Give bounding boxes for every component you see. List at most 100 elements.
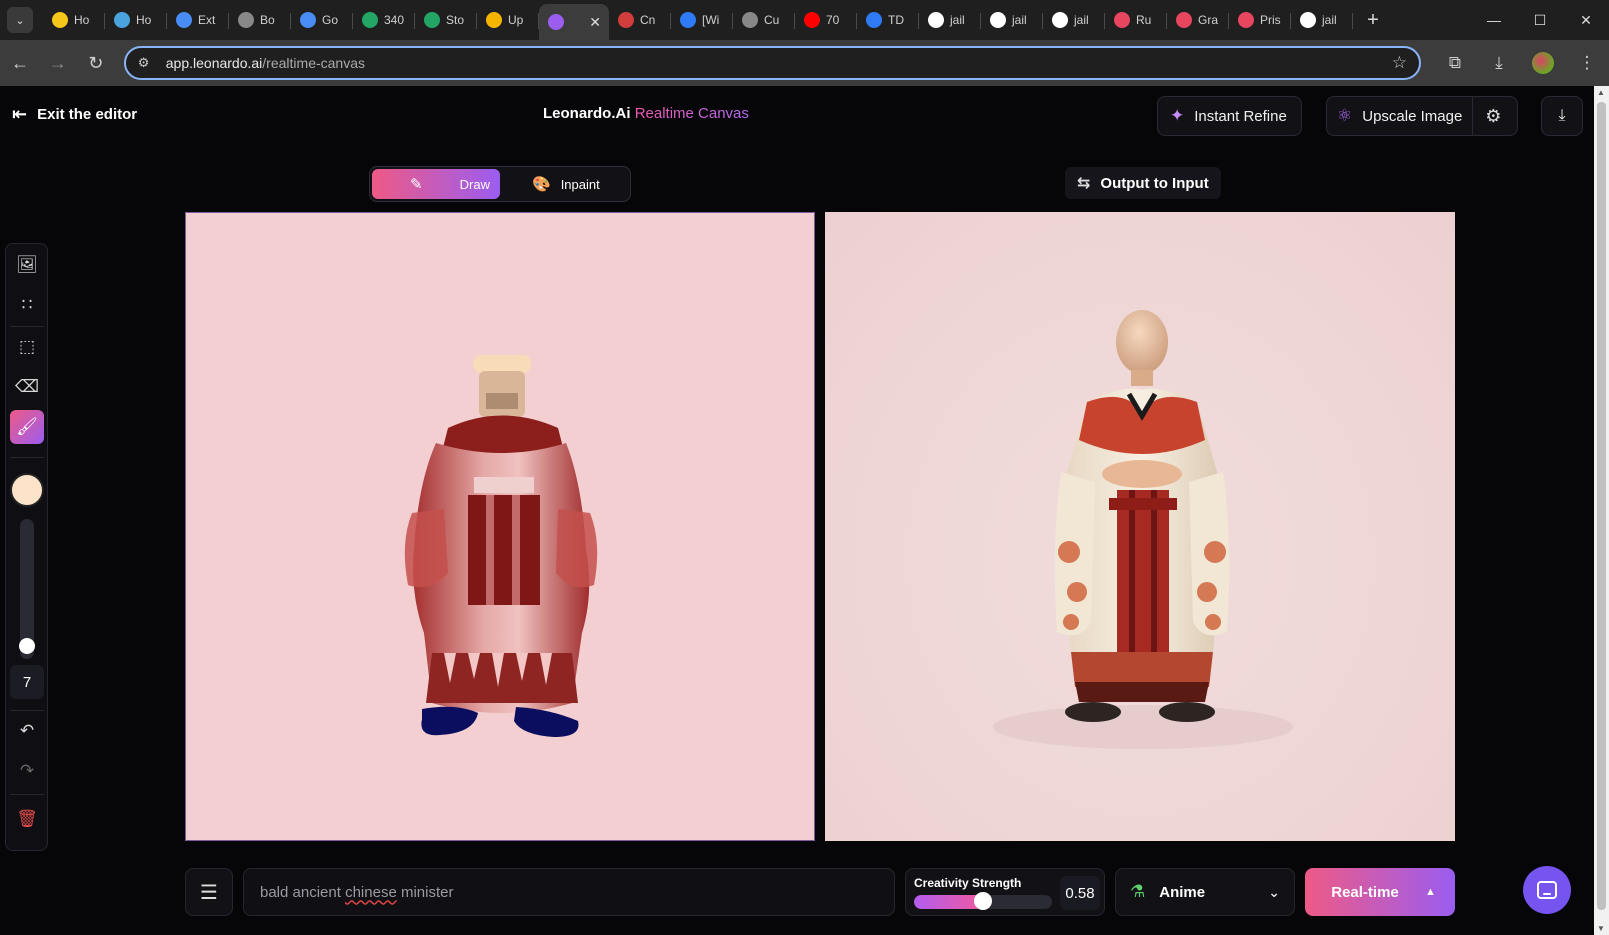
youtube-icon	[804, 12, 820, 28]
browser-tab[interactable]: Cu	[733, 3, 795, 37]
exit-editor-button[interactable]: ⇤ Exit the editor	[12, 104, 137, 125]
browser-tab[interactable]: jail	[1043, 3, 1105, 37]
maximize-icon[interactable]: ☐	[1517, 0, 1563, 40]
upscale-atom-icon: ⚛	[1337, 106, 1353, 125]
style-dropdown[interactable]: ⚗ Anime ⌄	[1115, 868, 1295, 916]
browser-tab[interactable]: ✕	[539, 4, 609, 40]
eraser-icon[interactable]: ⌫	[10, 370, 44, 404]
prompt-text-start: bald ancient	[260, 883, 346, 901]
browser-tab-label: 340	[384, 13, 405, 27]
site-settings-icon[interactable]: ⚙	[138, 55, 156, 71]
prompt-input[interactable]: bald ancient chinese minister	[243, 868, 895, 916]
translate-icon	[300, 12, 316, 28]
caret-up-icon[interactable]: ▲	[1425, 886, 1436, 898]
toolbar-divider	[10, 710, 44, 711]
brush-size-knob[interactable]	[19, 638, 35, 655]
browser-tab[interactable]: Cn	[609, 3, 671, 37]
browser-tab-label: Cn	[640, 13, 656, 27]
output-to-input-button[interactable]: ⇆ Output to Input	[1065, 167, 1221, 199]
browser-tab-label: Ext	[198, 13, 216, 27]
scroll-up-icon[interactable]: ▲	[1597, 88, 1605, 97]
downloads-icon[interactable]: ⤓	[1477, 53, 1521, 73]
browser-tab[interactable]: Sto	[415, 3, 477, 37]
forward-arrow-icon[interactable]: →	[40, 45, 76, 81]
browser-tab[interactable]: Ru	[1105, 3, 1167, 37]
support-chat-button[interactable]	[1523, 866, 1571, 914]
page-scrollbar[interactable]: ▲ ▼	[1594, 86, 1609, 935]
new-tab-button[interactable]: +	[1359, 6, 1387, 34]
upscale-settings-gear-icon[interactable]: ⚙	[1473, 106, 1513, 127]
browser-menu-icon[interactable]: ⋮	[1565, 53, 1609, 73]
swirl-icon	[1238, 12, 1254, 28]
bookmark-star-icon[interactable]: ☆	[1392, 53, 1407, 73]
browser-tab[interactable]: Go	[291, 3, 353, 37]
close-tab-icon[interactable]: ✕	[589, 14, 601, 31]
tab-search-chevron-icon[interactable]: ⌄	[7, 7, 33, 33]
trash-icon[interactable]: 🗑	[10, 802, 44, 836]
scrollbar-thumb[interactable]	[1597, 102, 1606, 910]
close-window-icon[interactable]: ✕	[1563, 0, 1609, 40]
browser-tab-label: jail	[1012, 13, 1027, 27]
object-grid-icon[interactable]: ∷	[10, 288, 44, 322]
browser-tab[interactable]: Ho	[105, 3, 167, 37]
gate-icon	[618, 12, 634, 28]
realtime-generate-button[interactable]: Real-time ▲	[1305, 868, 1455, 916]
browser-tab[interactable]: 340	[353, 3, 415, 37]
browser-tab-label: jail	[950, 13, 965, 27]
minimize-icon[interactable]: —	[1471, 0, 1517, 40]
brush-size-slider[interactable]	[19, 519, 35, 659]
brush-size-value[interactable]: 7	[10, 665, 44, 699]
undo-icon[interactable]: ↶	[10, 714, 44, 748]
creativity-strength-value[interactable]: 0.58	[1060, 876, 1100, 910]
browser-tab[interactable]: Gra	[1167, 3, 1229, 37]
style-selected-label: Anime	[1159, 883, 1206, 901]
browser-tab[interactable]: Pris	[1229, 3, 1291, 37]
scroll-down-icon[interactable]: ▼	[1597, 924, 1605, 933]
drawing-canvas[interactable]	[185, 212, 815, 841]
diamond-icon	[866, 12, 882, 28]
browser-tab-label: Ho	[74, 13, 90, 27]
browser-tab[interactable]: jail	[919, 3, 981, 37]
select-icon[interactable]: ⬚	[10, 330, 44, 364]
download-button[interactable]: ⤓	[1541, 96, 1583, 136]
palette-icon: 🎨	[532, 176, 551, 193]
browser-tab[interactable]: jail	[981, 3, 1043, 37]
upscale-image-button[interactable]: ⚛ Upscale Image	[1327, 97, 1474, 135]
browser-tab[interactable]: Ho	[43, 3, 105, 37]
generated-output-image[interactable]	[825, 212, 1455, 841]
inpaint-mode-button[interactable]: 🎨 Inpaint	[500, 169, 626, 199]
browser-tab[interactable]: 70	[795, 3, 857, 37]
output-to-input-label: Output to Input	[1100, 174, 1209, 192]
profile-avatar[interactable]	[1532, 52, 1554, 74]
google-icon	[1052, 12, 1068, 28]
google-icon	[990, 12, 1006, 28]
paint-brush-icon[interactable]: 🖌	[10, 410, 44, 444]
extensions-icon[interactable]: ⧉	[1433, 53, 1477, 73]
upscale-image-label: Upscale Image	[1362, 107, 1463, 125]
browser-tab-label: Cu	[764, 13, 780, 27]
exit-arrow-icon: ⇤	[12, 104, 28, 124]
swirl-icon	[1114, 12, 1130, 28]
address-bar[interactable]: ⚙ app.leonardo.ai/realtime-canvas ☆	[123, 46, 1421, 80]
browser-tab[interactable]: TD	[857, 3, 919, 37]
browser-tab-label: Pris	[1260, 13, 1281, 27]
puzzle-icon	[176, 12, 192, 28]
browser-tab[interactable]: Ext	[167, 3, 229, 37]
generated-figure	[993, 310, 1293, 749]
browser-tab[interactable]: jail	[1291, 3, 1353, 37]
toolbar-divider	[10, 457, 44, 458]
browser-tab[interactable]: Bo	[229, 3, 291, 37]
brush-color-swatch[interactable]	[10, 473, 44, 507]
back-arrow-icon[interactable]: ←	[2, 45, 38, 81]
google-icon	[928, 12, 944, 28]
instant-refine-button[interactable]: ✦ Instant Refine	[1157, 96, 1302, 136]
browser-tab[interactable]: [Wi	[671, 3, 733, 37]
redo-icon[interactable]: ↷	[10, 754, 44, 788]
generation-settings-sliders-icon[interactable]: ☰	[185, 868, 233, 916]
add-image-icon[interactable]: 🖼	[10, 248, 44, 282]
browser-tab[interactable]: Up	[477, 3, 539, 37]
creativity-strength-knob[interactable]	[974, 892, 992, 910]
draw-mode-button[interactable]: ✎ Draw	[372, 169, 500, 199]
title-brand: Leonardo.Ai	[543, 105, 631, 122]
reload-icon[interactable]: ↻	[78, 45, 114, 81]
